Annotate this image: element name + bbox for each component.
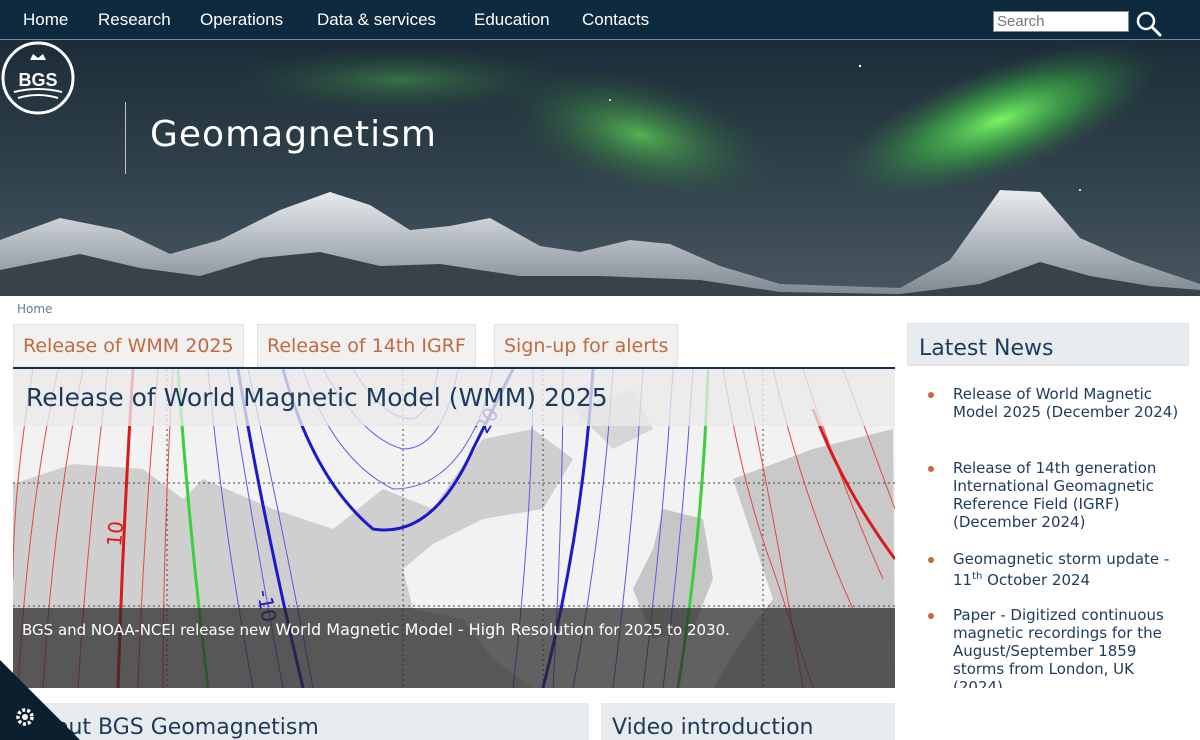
cookie-settings-button[interactable] [0,660,80,740]
news-item-paper[interactable]: Paper - Digitized continuous magnetic re… [928,606,1183,688]
hero-banner: BGS Geomagnetism [0,40,1200,296]
latest-news-header: Latest News [907,323,1189,366]
svg-text:10: 10 [102,520,128,547]
breadcrumb-home[interactable]: Home [17,302,52,316]
video-panel: Video introduction [601,703,895,740]
top-navigation: Home Research Operations Data & services… [0,0,1200,40]
nav-data-services[interactable]: Data & services [317,10,436,30]
nav-research[interactable]: Research [98,10,171,30]
tab-wmm-2025[interactable]: Release of WMM 2025 [13,324,244,367]
feature-title-bar: Release of World Magnetic Model (WMM) 20… [13,369,895,426]
news-item-storm[interactable]: Geomagnetic storm update - 11th October … [928,550,1183,589]
about-panel: About BGS Geomagnetism [13,703,589,740]
nav-contacts[interactable]: Contacts [582,10,649,30]
news-item-wmm[interactable]: Release of World Magnetic Model 2025 (De… [928,385,1183,421]
caption-highlight: World Magnetic Model - High Resolution [275,620,595,639]
latest-news-list: Release of World Magnetic Model 2025 (De… [907,366,1189,688]
feature-caption-bar: BGS and NOAA-NCEI release new World Magn… [13,608,895,688]
video-panel-title: Video introduction [612,715,814,740]
feature-caption: BGS and NOAA-NCEI release new World Magn… [22,620,730,639]
nav-operations[interactable]: Operations [200,10,283,30]
feature-tabs: Release of WMM 2025 Release of 14th IGRF… [13,324,895,369]
nav-education[interactable]: Education [474,10,550,30]
tab-igrf[interactable]: Release of 14th IGRF [257,324,476,367]
feature-title[interactable]: Release of World Magnetic Model (WMM) 20… [26,383,608,412]
site-title: Geomagnetism [150,114,437,155]
logo-divider [125,102,126,174]
news-item-igrf[interactable]: Release of 14th generation International… [928,459,1183,531]
tab-alerts[interactable]: Sign-up for alerts [494,324,679,367]
svg-text:BGS: BGS [18,70,57,90]
aurora-mountain-image [0,40,1200,296]
nav-home[interactable]: Home [23,10,68,30]
latest-news-title: Latest News [919,336,1054,361]
search-input[interactable] [993,11,1129,32]
search-icon [1136,11,1162,37]
feature-panel[interactable]: 10 -10 -20 Release of World Magnetic Mod… [13,369,895,688]
search-button[interactable] [1135,10,1163,38]
bgs-logo-icon[interactable]: BGS [0,40,76,116]
